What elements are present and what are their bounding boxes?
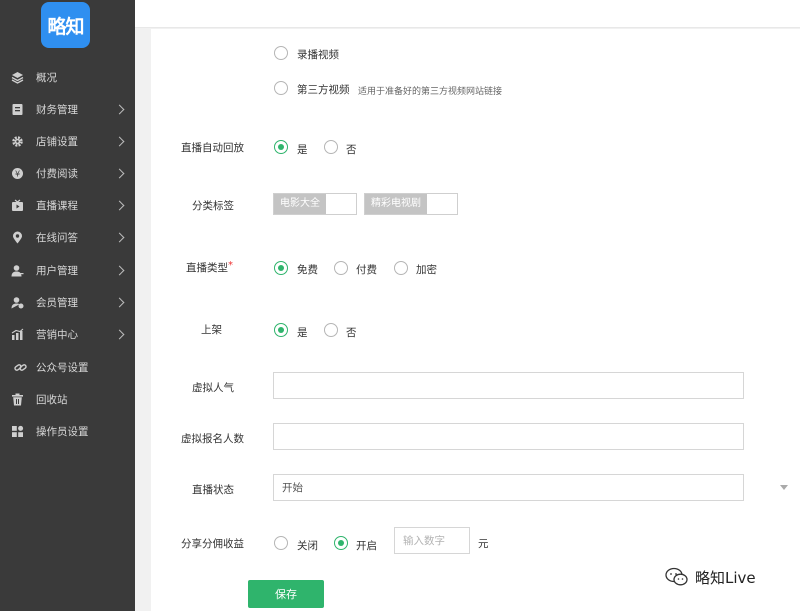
record-video-radio[interactable] bbox=[274, 46, 288, 60]
sidebar-item-official-account[interactable]: 公众号设置 bbox=[0, 351, 135, 383]
sidebar-item-finance[interactable]: 财务管理 bbox=[0, 93, 135, 125]
gear-icon bbox=[11, 135, 24, 148]
share-commission-on-label: 开启 bbox=[356, 540, 377, 552]
logo-text: 略知 bbox=[47, 15, 84, 38]
live-type-paid-label: 付费 bbox=[356, 264, 377, 276]
share-commission-on-radio[interactable] bbox=[334, 536, 348, 550]
link-icon bbox=[14, 361, 27, 374]
sidebar-item-label: 公众号设置 bbox=[36, 361, 89, 374]
commission-amount-input[interactable]: 输入数字 bbox=[394, 527, 470, 554]
on-shelf-label: 上架 bbox=[201, 324, 222, 336]
sidebar-item-label: 操作员设置 bbox=[36, 425, 89, 438]
watermark-text: 略知Live bbox=[695, 568, 756, 587]
sidebar-item-label: 直播课程 bbox=[36, 199, 78, 212]
live-type-label: 直播类型* bbox=[73, 260, 233, 275]
virtual-signups-input[interactable] bbox=[273, 423, 744, 450]
category-tag[interactable]: 电影大全 bbox=[273, 193, 357, 215]
wechat-icon bbox=[665, 567, 688, 586]
sidebar-item-member-management[interactable]: 会员管理 bbox=[0, 286, 135, 318]
sidebar-item-label: 店铺设置 bbox=[36, 135, 78, 148]
watermark: 略知Live bbox=[665, 564, 756, 590]
live-type-encrypted-radio[interactable] bbox=[394, 261, 408, 275]
category-tag[interactable]: 精彩电视剧 bbox=[364, 193, 458, 215]
sidebar-item-label: 回收站 bbox=[36, 393, 68, 406]
auto-replay-no-label: 否 bbox=[346, 144, 357, 156]
currency-unit: 元 bbox=[478, 538, 489, 550]
grid-icon bbox=[11, 425, 24, 438]
third-party-video-hint: 适用于准备好的第三方视频网站链接 bbox=[358, 87, 503, 97]
chevron-right-icon bbox=[114, 297, 125, 307]
sidebar-item-overview[interactable]: 概况 bbox=[0, 61, 135, 93]
virtual-signups-label: 虚拟报名人数 bbox=[181, 433, 244, 445]
live-course-icon bbox=[11, 199, 24, 212]
virtual-popularity-input[interactable] bbox=[273, 372, 744, 399]
sidebar-item-label: 财务管理 bbox=[36, 103, 78, 116]
auto-replay-no-radio[interactable] bbox=[324, 140, 338, 154]
sidebar-item-label: 概况 bbox=[36, 71, 57, 84]
live-type-label-text: 直播类型 bbox=[186, 262, 228, 274]
member-icon bbox=[11, 296, 24, 309]
layers-icon bbox=[11, 71, 24, 84]
trash-icon bbox=[11, 393, 24, 406]
live-type-free-radio[interactable] bbox=[274, 261, 288, 275]
on-shelf-yes-label: 是 bbox=[297, 327, 308, 339]
app-logo[interactable]: 略知 bbox=[41, 2, 90, 48]
chevron-down-icon[interactable] bbox=[780, 485, 788, 490]
record-video-label: 录播视频 bbox=[297, 49, 339, 61]
third-party-video-label: 第三方视频 bbox=[297, 84, 350, 96]
location-pin-icon bbox=[11, 231, 24, 244]
sidebar-item-paid-reading[interactable]: ¥ 付费阅读 bbox=[0, 157, 135, 189]
category-tag-text: 精彩电视剧 bbox=[365, 194, 427, 214]
live-type-free-label: 免费 bbox=[297, 264, 318, 276]
third-party-video-radio[interactable] bbox=[274, 81, 288, 95]
sidebar-item-online-qa[interactable]: 在线问答 bbox=[0, 221, 135, 253]
sidebar: 略知 概况 财务管理 店铺设置 ¥ 付费阅读 直播课程 在线问答 用户管理 会员… bbox=[0, 0, 135, 611]
sidebar-item-label: 用户管理 bbox=[36, 264, 78, 277]
save-button[interactable]: 保存 bbox=[248, 580, 324, 608]
paid-reading-icon: ¥ bbox=[11, 167, 24, 180]
auto-replay-label: 直播自动回放 bbox=[181, 142, 244, 154]
share-commission-label: 分享分佣收益 bbox=[181, 538, 244, 550]
svg-text:¥: ¥ bbox=[15, 169, 20, 178]
share-commission-off-label: 关闭 bbox=[297, 540, 318, 552]
form-panel bbox=[151, 29, 800, 611]
user-icon bbox=[11, 264, 24, 277]
live-type-paid-radio[interactable] bbox=[334, 261, 348, 275]
finance-icon bbox=[11, 103, 24, 116]
chart-icon bbox=[11, 328, 24, 341]
category-tags-label: 分类标签 bbox=[192, 200, 234, 212]
chevron-right-icon bbox=[114, 104, 125, 114]
auto-replay-yes-radio[interactable] bbox=[274, 140, 288, 154]
chevron-right-icon bbox=[114, 232, 125, 242]
on-shelf-yes-radio[interactable] bbox=[274, 323, 288, 337]
on-shelf-no-label: 否 bbox=[346, 327, 357, 339]
auto-replay-yes-label: 是 bbox=[297, 144, 308, 156]
top-bar bbox=[135, 0, 800, 28]
live-status-label: 直播状态 bbox=[192, 484, 234, 496]
sidebar-item-label: 会员管理 bbox=[36, 296, 78, 309]
share-commission-off-radio[interactable] bbox=[274, 536, 288, 550]
live-status-select[interactable]: 开始 bbox=[273, 474, 744, 501]
sidebar-item-label: 付费阅读 bbox=[36, 167, 78, 180]
on-shelf-no-radio[interactable] bbox=[324, 323, 338, 337]
sidebar-item-label: 在线问答 bbox=[36, 231, 78, 244]
required-mark: * bbox=[228, 260, 233, 271]
virtual-popularity-label: 虚拟人气 bbox=[192, 382, 234, 394]
category-tag-text: 电影大全 bbox=[274, 194, 326, 214]
chevron-right-icon bbox=[114, 168, 125, 178]
live-type-encrypted-label: 加密 bbox=[416, 264, 437, 276]
